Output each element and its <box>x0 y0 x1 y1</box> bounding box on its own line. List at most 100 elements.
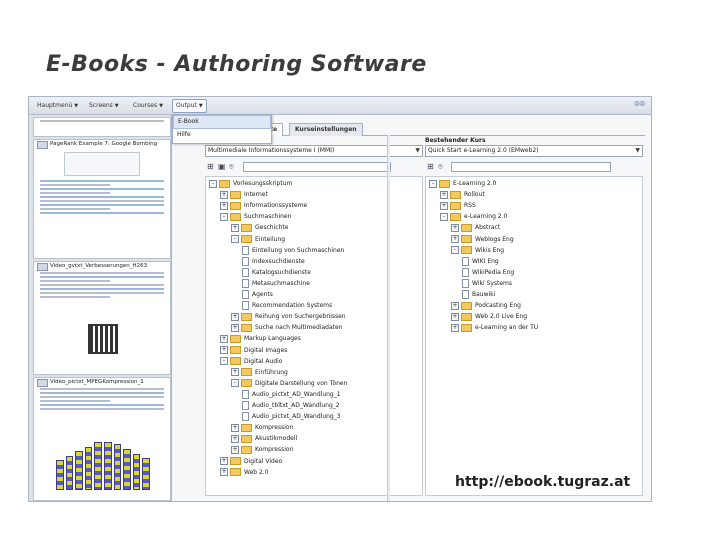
collapse-icon[interactable]: - <box>231 379 239 388</box>
tree-folder-node[interactable]: - E-Learning 2.0 <box>429 179 496 189</box>
tree-page-node[interactable]: Audio_pictxt_AD_Wandlung_3 <box>242 412 341 422</box>
thumbnail-partial[interactable] <box>33 117 171 137</box>
collapse-icon[interactable]: - <box>209 179 217 188</box>
tree-folder-node[interactable]: - Einteilung <box>231 235 285 245</box>
tree-page-node[interactable]: Audio_tbltxt_AD_Wandlung_2 <box>242 401 340 411</box>
menu-output[interactable]: Output ▼ <box>172 99 207 113</box>
tree-folder-node[interactable]: + Podcasting Eng <box>451 301 521 311</box>
expand-icon[interactable]: + <box>220 190 228 199</box>
tree-folder-node[interactable]: + Rollout <box>440 190 485 200</box>
expand-icon[interactable]: + <box>220 468 228 477</box>
expand-icon[interactable]: + <box>220 201 228 210</box>
tree-page-node[interactable]: Agents <box>242 290 273 300</box>
folder-icon <box>461 235 472 243</box>
tree-page-node[interactable]: WikiPedia Eng <box>462 267 514 278</box>
tree-page-node[interactable]: Bauwiki <box>462 290 495 300</box>
expand-icon[interactable]: + <box>231 223 239 232</box>
menu-hauptmenu[interactable]: Hauptmenü ▼ <box>33 99 82 113</box>
tree-page-node[interactable]: Katalogsuchdienste <box>242 267 311 278</box>
tab-kurseinstellungen[interactable]: Kurseinstellungen <box>289 123 363 136</box>
tree-folder-node[interactable]: + Internet <box>220 190 268 200</box>
tree-folder-node[interactable]: + Digital Images <box>220 346 287 356</box>
tree-folder-node[interactable]: + Digital Video <box>220 457 282 467</box>
menu-item-hilfe[interactable]: Hilfe <box>173 129 271 141</box>
add-icon[interactable]: ⊞ <box>427 162 434 171</box>
tree-page-node[interactable]: Recommendation Systems <box>242 301 332 311</box>
thumbnail-card[interactable]: Video_gvtxt_Verbesserungen_H263 <box>33 261 171 375</box>
collapse-icon[interactable]: - <box>429 179 437 188</box>
tree-folder-node[interactable]: + Weblogs Eng <box>451 235 514 245</box>
expand-icon[interactable]: + <box>220 457 228 465</box>
new-course-select[interactable]: Multimediale Informationssysteme I (MMI)… <box>205 145 423 157</box>
expand-icon[interactable]: + <box>231 445 239 454</box>
frame-bar <box>123 448 131 490</box>
folder-icon <box>241 445 252 454</box>
tree-page-node[interactable]: Einteilung von Suchmaschinen <box>242 245 344 256</box>
tree-folder-node[interactable]: - Wikis Eng <box>451 246 504 256</box>
menu-item-ebook[interactable]: E-Book <box>173 115 271 129</box>
expand-icon[interactable]: + <box>451 301 459 310</box>
new-course-search-input[interactable] <box>243 162 391 172</box>
thumbnail-line <box>40 204 164 206</box>
expand-icon[interactable]: + <box>231 368 239 377</box>
folder-icon <box>241 235 252 243</box>
tree-folder-node[interactable]: + Suche nach Multimediadaten <box>231 323 343 333</box>
collapse-icon[interactable]: - <box>451 246 459 255</box>
tree-folder-node[interactable]: + Abstract <box>451 223 500 233</box>
save-icon[interactable]: ▣ <box>218 162 226 171</box>
expand-icon[interactable]: + <box>451 223 459 232</box>
tree-node-label: Bauwiki <box>472 291 496 298</box>
tree-folder-node[interactable]: + RSS <box>440 201 476 211</box>
tree-folder-node[interactable]: - e-Learning 2.0 <box>440 212 507 222</box>
expand-icon[interactable]: + <box>231 434 239 443</box>
tree-folder-node[interactable]: + Informationssysteme <box>220 201 307 211</box>
tree-folder-node[interactable]: + Kompression <box>231 423 293 433</box>
collapse-icon[interactable]: - <box>440 212 448 221</box>
menu-courses[interactable]: Courses ▼ <box>129 99 167 113</box>
tree-folder-node[interactable]: + Geschichte <box>231 223 288 233</box>
expand-icon[interactable]: + <box>231 323 239 332</box>
tree-page-node[interactable]: Audio_pictxt_AD_Wandlung_1 <box>242 389 341 400</box>
expand-icon[interactable]: + <box>231 312 239 321</box>
slide-url: http://ebook.tugraz.at <box>455 474 631 490</box>
tree-folder-node[interactable]: + Web 2.0 Live Eng <box>451 312 527 322</box>
menu-screens[interactable]: Screens ▼ <box>85 99 123 113</box>
tree-folder-node[interactable]: - Digitale Darstellung von Tönen <box>231 379 347 389</box>
tree-folder-node[interactable]: + Kompression <box>231 445 293 455</box>
tree-folder-node[interactable]: + e-Learning an der TU <box>451 323 538 333</box>
existing-course-select[interactable]: Quick Start e-Learning 2.0 (EMweb2) ▼ <box>425 145 643 157</box>
thumbnail-card[interactable]: PageRank Example 7: Google Bombing <box>33 139 171 259</box>
tree-folder-node[interactable]: - Vorlesungsskriptum <box>209 179 292 189</box>
tree-folder-node[interactable]: + Markup Languages <box>220 334 301 344</box>
existing-course-search-input[interactable] <box>451 162 611 172</box>
tree-folder-node[interactable]: - Suchmaschinen <box>220 212 291 222</box>
expand-icon[interactable]: + <box>231 423 239 432</box>
binoculars-icon[interactable]: ⌾⌾ <box>634 100 645 110</box>
binoculars-icon[interactable]: ⌾ <box>438 162 443 171</box>
expand-icon[interactable]: + <box>451 323 459 332</box>
expand-icon[interactable]: + <box>220 346 228 354</box>
expand-icon[interactable]: + <box>440 201 448 210</box>
tree-folder-node[interactable]: + Akustikmodell <box>231 434 297 444</box>
chevron-down-icon: ▼ <box>635 147 640 154</box>
thumbnail-card[interactable]: Video_pictxt_MPEGKompression_1 <box>33 377 171 501</box>
panel-divider[interactable] <box>387 135 390 501</box>
tree-folder-node[interactable]: + Web 2.0 <box>220 468 269 478</box>
collapse-icon[interactable]: - <box>220 357 228 366</box>
collapse-icon[interactable]: - <box>231 235 239 243</box>
slide-icon <box>37 379 48 387</box>
tree-page-node[interactable]: Metasuchmaschine <box>242 278 310 289</box>
add-icon[interactable]: ⊞ <box>207 162 214 171</box>
expand-icon[interactable]: + <box>220 334 228 343</box>
tree-page-node[interactable]: WIKI Eng <box>462 256 499 267</box>
expand-icon[interactable]: + <box>451 312 459 321</box>
tree-page-node[interactable]: Indexsuchdienste <box>242 256 305 267</box>
expand-icon[interactable]: + <box>451 235 459 243</box>
tree-page-node[interactable]: Wiki Systems <box>462 278 512 289</box>
collapse-icon[interactable]: - <box>220 212 228 221</box>
tree-folder-node[interactable]: + Reihung von Suchergebnissen <box>231 312 346 322</box>
expand-icon[interactable]: + <box>440 190 448 199</box>
tree-folder-node[interactable]: + Einführung <box>231 368 288 378</box>
binoculars-icon[interactable]: ⌾ <box>229 162 234 171</box>
tree-folder-node[interactable]: - Digital Audio <box>220 357 282 367</box>
